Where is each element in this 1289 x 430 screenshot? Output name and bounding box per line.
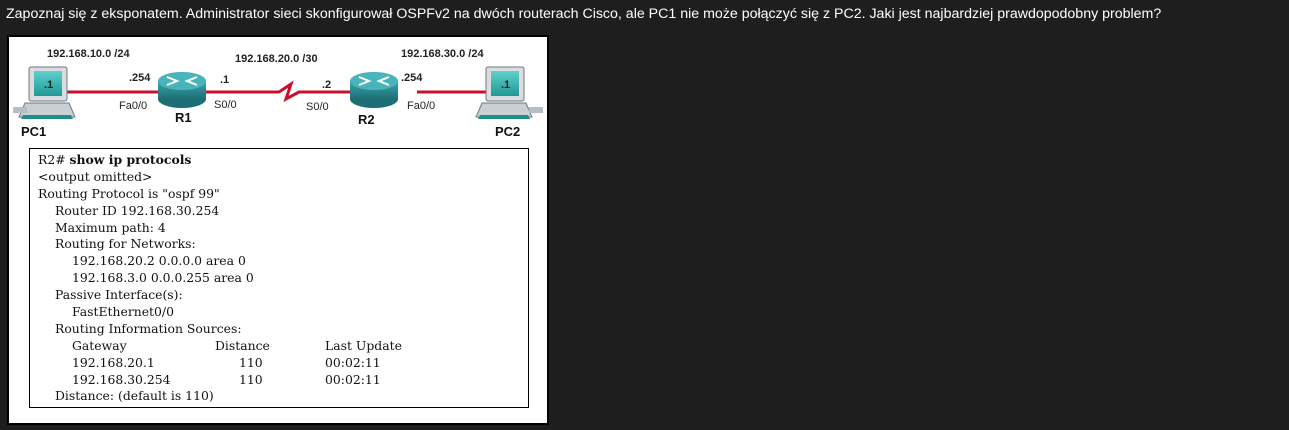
cli-command: show ip protocols — [69, 152, 192, 167]
cli-header-gateway: Gateway — [72, 337, 127, 353]
cli-row-gateway: 192.168.30.254 — [72, 371, 171, 387]
exhibit-figure: 192.168.10.0 /24 192.168.20.0 /30 192.16… — [7, 35, 549, 425]
cli-row-distance: 110 — [239, 371, 263, 387]
cli-router-id: Router ID 192.168.30.254 — [55, 202, 220, 218]
net-right-label: 192.168.30.0 /24 — [401, 48, 484, 60]
cli-network-2: 192.168.3.0 0.0.0.255 area 0 — [72, 270, 254, 286]
cli-passive-if: FastEthernet0/0 — [72, 304, 174, 320]
r2-label: R2 — [358, 112, 375, 127]
net-left-label: 192.168.10.0 /24 — [47, 48, 130, 60]
pc1-label: PC1 — [21, 124, 46, 139]
cli-table-row: 192.168.30.254 110 00:02:11 — [38, 372, 528, 389]
cli-prompt: R2# — [38, 152, 70, 167]
r1-s-ip: .1 — [220, 74, 229, 86]
net-mid-label: 192.168.20.0 /30 — [235, 53, 318, 65]
cli-routing-protocol: Routing Protocol is "ospf 99" — [38, 185, 220, 201]
cli-routing-for: Routing for Networks: — [55, 236, 196, 252]
cli-info-sources: Routing Information Sources: — [55, 320, 242, 336]
cli-network-1: 192.168.20.2 0.0.0.0 area 0 — [72, 253, 246, 269]
cli-row-last-update: 00:02:11 — [325, 354, 381, 370]
question-text: Zapoznaj się z eksponatem. Administrator… — [6, 6, 1162, 22]
pc1-icon — [13, 66, 76, 119]
cli-max-path: Maximum path: 4 — [55, 219, 166, 235]
cli-header-last-update: Last Update — [325, 337, 402, 353]
r1-s-if: S0/0 — [214, 99, 237, 111]
cli-output: R2# show ip protocols <output omitted> Rou… — [29, 148, 529, 408]
r2-s-ip: .2 — [322, 79, 331, 91]
cli-row-gateway: 192.168.20.1 — [72, 354, 155, 370]
r1-label: R1 — [175, 110, 192, 125]
cli-table-row: 192.168.20.1 110 00:02:11 — [38, 355, 528, 372]
pc2-label: PC2 — [495, 124, 520, 139]
r1-router-icon — [158, 72, 206, 108]
r2-router-icon — [350, 72, 398, 108]
cli-omitted: <output omitted> — [38, 168, 153, 184]
pc2-ip-label: .1 — [501, 79, 510, 91]
r1-fa-ip: .254 — [129, 72, 151, 84]
cli-header-distance: Distance — [215, 337, 270, 353]
cli-passive: Passive Interface(s): — [55, 287, 183, 303]
pc2-icon — [475, 66, 543, 119]
r2-fa-if: Fa0/0 — [407, 100, 435, 112]
cli-table-header: Gateway Distance Last Update — [38, 338, 528, 355]
r2-fa-ip: .254 — [401, 72, 423, 84]
r2-s-if: S0/0 — [306, 101, 329, 113]
r1-fa-if: Fa0/0 — [119, 100, 147, 112]
pc1-ip-label: .1 — [44, 79, 53, 91]
cli-row-distance: 110 — [239, 354, 263, 370]
cli-distance-default: Distance: (default is 110) — [55, 388, 214, 404]
cli-row-last-update: 00:02:11 — [325, 371, 381, 387]
